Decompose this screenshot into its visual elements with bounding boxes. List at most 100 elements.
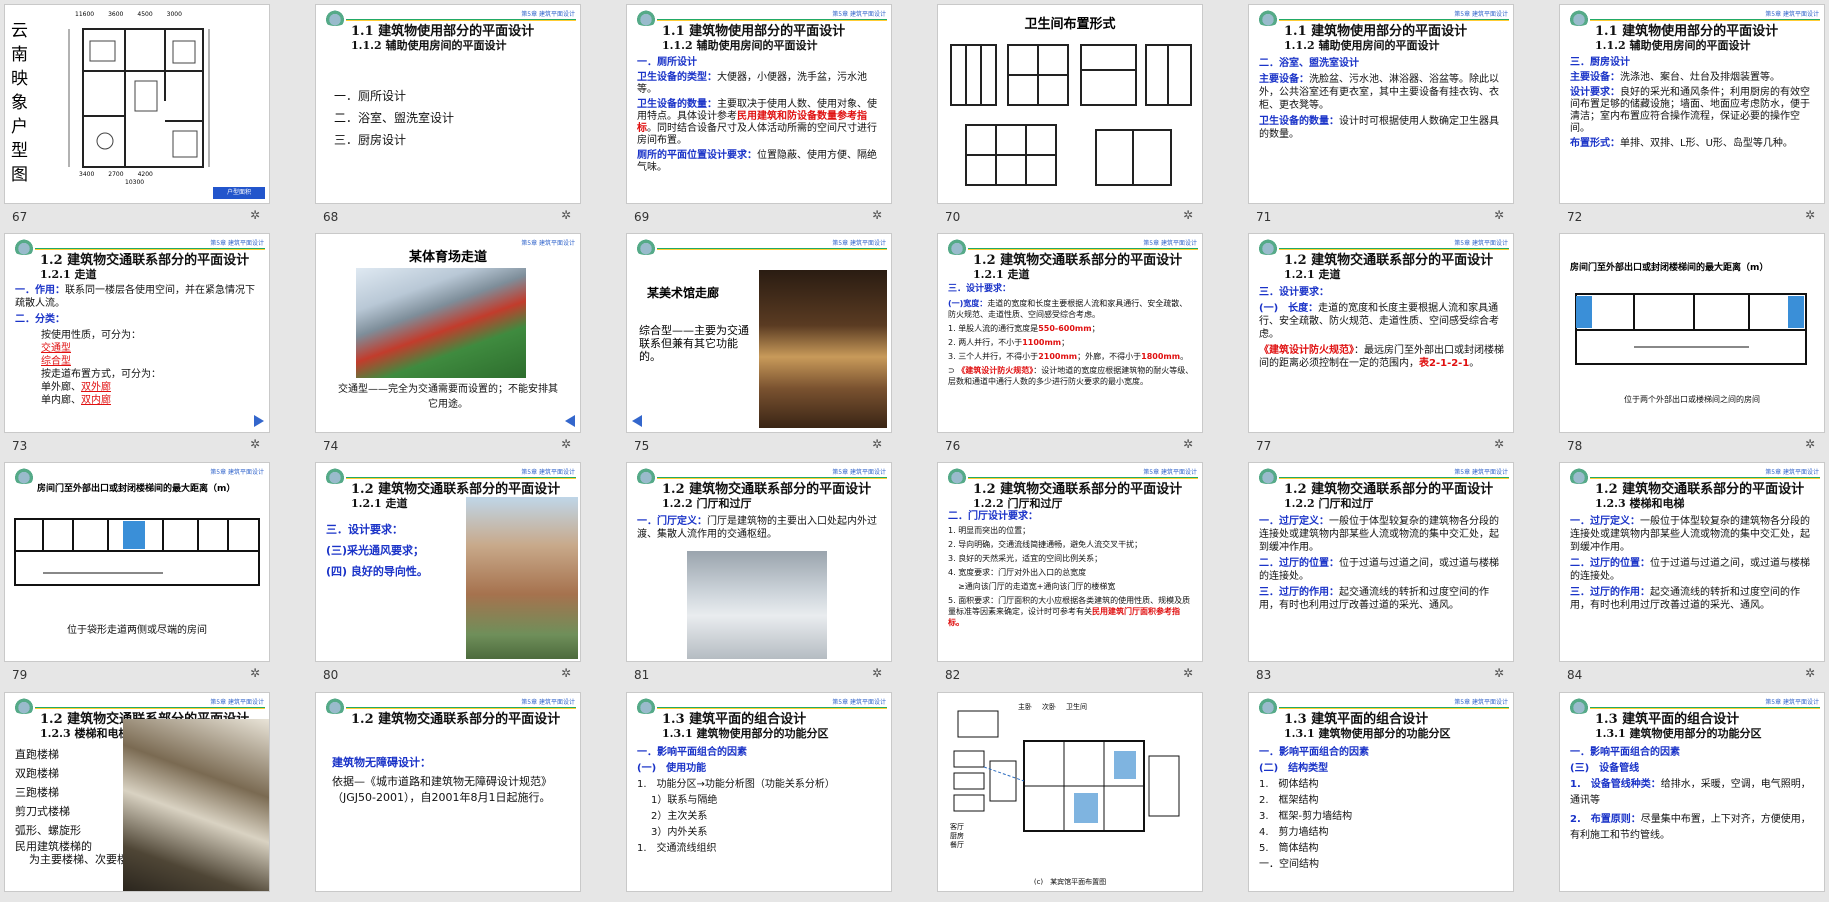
slide-thumb-90[interactable]: 第5章 建筑平面设计 1.3 建筑平面的组合设计 1.3.1 建筑物使用部分的功… — [1555, 688, 1825, 902]
slide-header: 第5章 建筑平面设计 — [1765, 469, 1819, 476]
transition-star-icon[interactable]: ✲ — [1183, 666, 1193, 680]
slide-thumb-79[interactable]: 第5章 建筑平面设计 房间门至外部出口或封闭楼梯间的最大距离（m） 位于袋形走道… — [0, 458, 270, 684]
transition-star-icon[interactable]: ✲ — [1183, 208, 1193, 222]
slide-76[interactable]: 第5章 建筑平面设计 1.2 建筑物交通联系部分的平面设计 1.2.1 走道 三… — [937, 233, 1203, 433]
slide-thumb-70[interactable]: 卫生间布置形式 70 ✲ — [933, 0, 1203, 226]
slide-88[interactable]: 客厅 厨房 餐厅 主卧 次卧 卫生间 (c) 某宾馆平面布置图 — [937, 692, 1203, 892]
red-value: 1100mm — [1022, 338, 1062, 347]
slide-87[interactable]: 第5章 建筑平面设计 1.3 建筑平面的组合设计 1.3.1 建筑物使用部分的功… — [626, 692, 892, 892]
slide-79[interactable]: 第5章 建筑平面设计 房间门至外部出口或封闭楼梯间的最大距离（m） 位于袋形走道… — [4, 462, 270, 662]
slide-thumb-77[interactable]: 第5章 建筑平面设计 1.2 建筑物交通联系部分的平面设计 1.2.1 走道 三… — [1244, 229, 1514, 455]
transition-star-icon[interactable]: ✲ — [1805, 208, 1815, 222]
transition-star-icon[interactable]: ✲ — [1183, 437, 1193, 451]
transition-star-icon[interactable]: ✲ — [872, 666, 882, 680]
transition-star-icon[interactable]: ✲ — [250, 437, 260, 451]
back-arrow-icon[interactable] — [632, 415, 642, 427]
bullet-label: 布置形式： — [1570, 138, 1620, 149]
transition-star-icon[interactable]: ✲ — [561, 208, 571, 222]
bullet-text: 单股人流的通行宽度是 — [958, 324, 1039, 333]
building-photo — [466, 497, 578, 659]
slide-thumb-73[interactable]: 第5章 建筑平面设计 1.2 建筑物交通联系部分的平面设计 1.2.1 走道 一… — [0, 229, 270, 455]
slide-thumb-69[interactable]: 第5章 建筑平面设计 1.1 建筑物使用部分的平面设计 1.1.2 辅助使用房间… — [622, 0, 892, 226]
slide-thumb-78[interactable]: 房间门至外部出口或封闭楼梯间的最大距离（m） 位于两个外部出口或楼梯间之间的房间… — [1555, 229, 1825, 455]
slide-85[interactable]: 第5章 建筑平面设计 1.2 建筑物交通联系部分的平面设计 1.2.3 楼梯和电… — [4, 692, 270, 892]
slide-74[interactable]: 第5章 建筑平面设计 某体育场走道 交通型——完全为交通需要而设置的；不能安排其… — [315, 233, 581, 433]
slide-thumb-72[interactable]: 第5章 建筑平面设计 1.1 建筑物使用部分的平面设计 1.1.2 辅助使用房间… — [1555, 0, 1825, 226]
slide-80[interactable]: 第5章 建筑平面设计 1.2 建筑物交通联系部分的平面设计 1.2.1 走道 三… — [315, 462, 581, 662]
school-logo-icon — [322, 10, 348, 26]
slide-81[interactable]: 第5章 建筑平面设计 1.2 建筑物交通联系部分的平面设计 1.2.2 门厅和过… — [626, 462, 892, 662]
link-double-outer[interactable]: 双外廊 — [81, 382, 111, 393]
slide-thumb-82[interactable]: 第5章 建筑平面设计 1.2 建筑物交通联系部分的平面设计 1.2.2 门厅和过… — [933, 458, 1203, 684]
slide-84[interactable]: 第5章 建筑平面设计 1.2 建筑物交通联系部分的平面设计 1.2.3 楼梯和电… — [1559, 462, 1825, 662]
slide-thumb-88[interactable]: 客厅 厨房 餐厅 主卧 次卧 卫生间 (c) 某宾馆平面布置图 — [933, 688, 1203, 902]
slide-72[interactable]: 第5章 建筑平面设计 1.1 建筑物使用部分的平面设计 1.1.2 辅助使用房间… — [1559, 4, 1825, 204]
slide-thumb-71[interactable]: 第5章 建筑平面设计 1.1 建筑物使用部分的平面设计 1.1.2 辅助使用房间… — [1244, 0, 1514, 226]
slide-86[interactable]: 第5章 建筑平面设计 1.2 建筑物交通联系部分的平面设计 建筑物无障碍设计： … — [315, 692, 581, 892]
slide-header: 第5章 建筑平面设计 — [832, 240, 886, 247]
bullet-label: 一．门厅定义： — [637, 516, 707, 527]
slide-thumb-75[interactable]: 第5章 建筑平面设计 某美术馆走廊 综合型——主要为交通联系但兼有其它功能的。 … — [622, 229, 892, 455]
bullet: 3. 良好的天然采光，适宜的空间比例关系； — [948, 554, 1103, 563]
slide-thumb-68[interactable]: 第5章 建筑平面设计 1.1 建筑物使用部分的平面设计 1.1.2 辅助使用房间… — [311, 0, 581, 226]
slide-thumb-89[interactable]: 第5章 建筑平面设计 1.3 建筑平面的组合设计 1.3.1 建筑物使用部分的功… — [1244, 688, 1514, 902]
school-logo-icon — [1255, 10, 1281, 26]
slide-90[interactable]: 第5章 建筑平面设计 1.3 建筑平面的组合设计 1.3.1 建筑物使用部分的功… — [1559, 692, 1825, 892]
section-heading: 一．影响平面组合的因素 — [637, 747, 747, 758]
slide-thumb-87[interactable]: 第5章 建筑平面设计 1.3 建筑平面的组合设计 1.3.1 建筑物使用部分的功… — [622, 688, 892, 902]
transition-star-icon[interactable]: ✲ — [1494, 666, 1504, 680]
slide-thumb-85[interactable]: 第5章 建筑平面设计 1.2 建筑物交通联系部分的平面设计 1.2.3 楼梯和电… — [0, 688, 270, 902]
slide-thumb-86[interactable]: 第5章 建筑平面设计 1.2 建筑物交通联系部分的平面设计 建筑物无障碍设计： … — [311, 688, 581, 902]
school-logo-icon — [633, 10, 659, 26]
slide-thumb-67[interactable]: 云南映象户型图 11600 3600 4500 3000 3400 2700 4… — [0, 0, 270, 226]
slide-75[interactable]: 第5章 建筑平面设计 某美术馆走廊 综合型——主要为交通联系但兼有其它功能的。 — [626, 233, 892, 433]
slide-83[interactable]: 第5章 建筑平面设计 1.2 建筑物交通联系部分的平面设计 1.2.2 门厅和过… — [1248, 462, 1514, 662]
slide-thumb-84[interactable]: 第5章 建筑平面设计 1.2 建筑物交通联系部分的平面设计 1.2.3 楼梯和电… — [1555, 458, 1825, 684]
slide-82[interactable]: 第5章 建筑平面设计 1.2 建筑物交通联系部分的平面设计 1.2.2 门厅和过… — [937, 462, 1203, 662]
transition-star-icon[interactable]: ✲ — [1494, 437, 1504, 451]
bullet-label: 厕所的平面位置设计要求： — [637, 150, 757, 161]
list-text: 单内廊、双内廊 — [41, 394, 261, 407]
slide-thumb-83[interactable]: 第5章 建筑平面设计 1.2 建筑物交通联系部分的平面设计 1.2.2 门厅和过… — [1244, 458, 1514, 684]
section-heading: 二．浴室、盥洗室设计 — [1259, 58, 1359, 69]
caption: 综合型——主要为交通联系但兼有其它功能的。 — [639, 324, 749, 363]
slide-89[interactable]: 第5章 建筑平面设计 1.3 建筑平面的组合设计 1.3.1 建筑物使用部分的功… — [1248, 692, 1514, 892]
link-composite-type[interactable]: 综合型 — [41, 355, 261, 368]
list-item: 3）内外关系 — [651, 827, 708, 838]
slide-78[interactable]: 房间门至外部出口或封闭楼梯间的最大距离（m） 位于两个外部出口或楼梯间之间的房间 — [1559, 233, 1825, 433]
slide-thumb-81[interactable]: 第5章 建筑平面设计 1.2 建筑物交通联系部分的平面设计 1.2.2 门厅和过… — [622, 458, 892, 684]
bullet-1: 一．作用：联系同一楼层各使用空间，并在紧急情况下疏散人流。 — [15, 284, 261, 310]
transition-star-icon[interactable]: ✲ — [561, 437, 571, 451]
caption: (c) 某宾馆平面布置图 — [1033, 878, 1107, 886]
slide-number: 84 — [1567, 668, 1583, 682]
slide-71[interactable]: 第5章 建筑平面设计 1.1 建筑物使用部分的平面设计 1.1.2 辅助使用房间… — [1248, 4, 1514, 204]
slide-69[interactable]: 第5章 建筑平面设计 1.1 建筑物使用部分的平面设计 1.1.2 辅助使用房间… — [626, 4, 892, 204]
slide-73[interactable]: 第5章 建筑平面设计 1.2 建筑物交通联系部分的平面设计 1.2.1 走道 一… — [4, 233, 270, 433]
bullet-2: 卫生设备的数量：主要取决于使用人数、使用对象、使用特点。具体设计参考民用建筑和防… — [637, 99, 883, 147]
transition-star-icon[interactable]: ✲ — [1805, 437, 1815, 451]
slide-77[interactable]: 第5章 建筑平面设计 1.2 建筑物交通联系部分的平面设计 1.2.1 走道 三… — [1248, 233, 1514, 433]
slide-70[interactable]: 卫生间布置形式 — [937, 4, 1203, 204]
slide-thumb-80[interactable]: 第5章 建筑平面设计 1.2 建筑物交通联系部分的平面设计 1.2.1 走道 三… — [311, 458, 581, 684]
slide-thumb-74[interactable]: 第5章 建筑平面设计 某体育场走道 交通型——完全为交通需要而设置的；不能安排其… — [311, 229, 581, 455]
transition-star-icon[interactable]: ✲ — [250, 208, 260, 222]
next-arrow-icon[interactable] — [254, 415, 264, 427]
slide-title: 某体育场走道 — [408, 250, 487, 265]
slide-subtitle: 1.3.1 建筑物使用部分的功能分区 — [1284, 727, 1451, 740]
transition-star-icon[interactable]: ✲ — [1494, 208, 1504, 222]
bullet-label: 三．过厅的作用： — [1259, 587, 1339, 598]
link-traffic-type[interactable]: 交通型 — [41, 342, 261, 355]
slide-number: 67 — [12, 210, 28, 224]
slide-67[interactable]: 云南映象户型图 11600 3600 4500 3000 3400 2700 4… — [4, 4, 270, 204]
red-reference: 《建筑设计防火规范》 — [957, 366, 1034, 375]
transition-star-icon[interactable]: ✲ — [561, 666, 571, 680]
transition-star-icon[interactable]: ✲ — [872, 437, 882, 451]
transition-star-icon[interactable]: ✲ — [872, 208, 882, 222]
dim-label: 11600 — [75, 11, 95, 18]
back-arrow-icon[interactable] — [565, 415, 575, 427]
slide-thumb-76[interactable]: 第5章 建筑平面设计 1.2 建筑物交通联系部分的平面设计 1.2.1 走道 三… — [933, 229, 1203, 455]
slide-68[interactable]: 第5章 建筑平面设计 1.1 建筑物使用部分的平面设计 1.1.2 辅助使用房间… — [315, 4, 581, 204]
transition-star-icon[interactable]: ✲ — [1805, 666, 1815, 680]
link-double-inner[interactable]: 双内廊 — [81, 395, 111, 406]
transition-star-icon[interactable]: ✲ — [250, 666, 260, 680]
